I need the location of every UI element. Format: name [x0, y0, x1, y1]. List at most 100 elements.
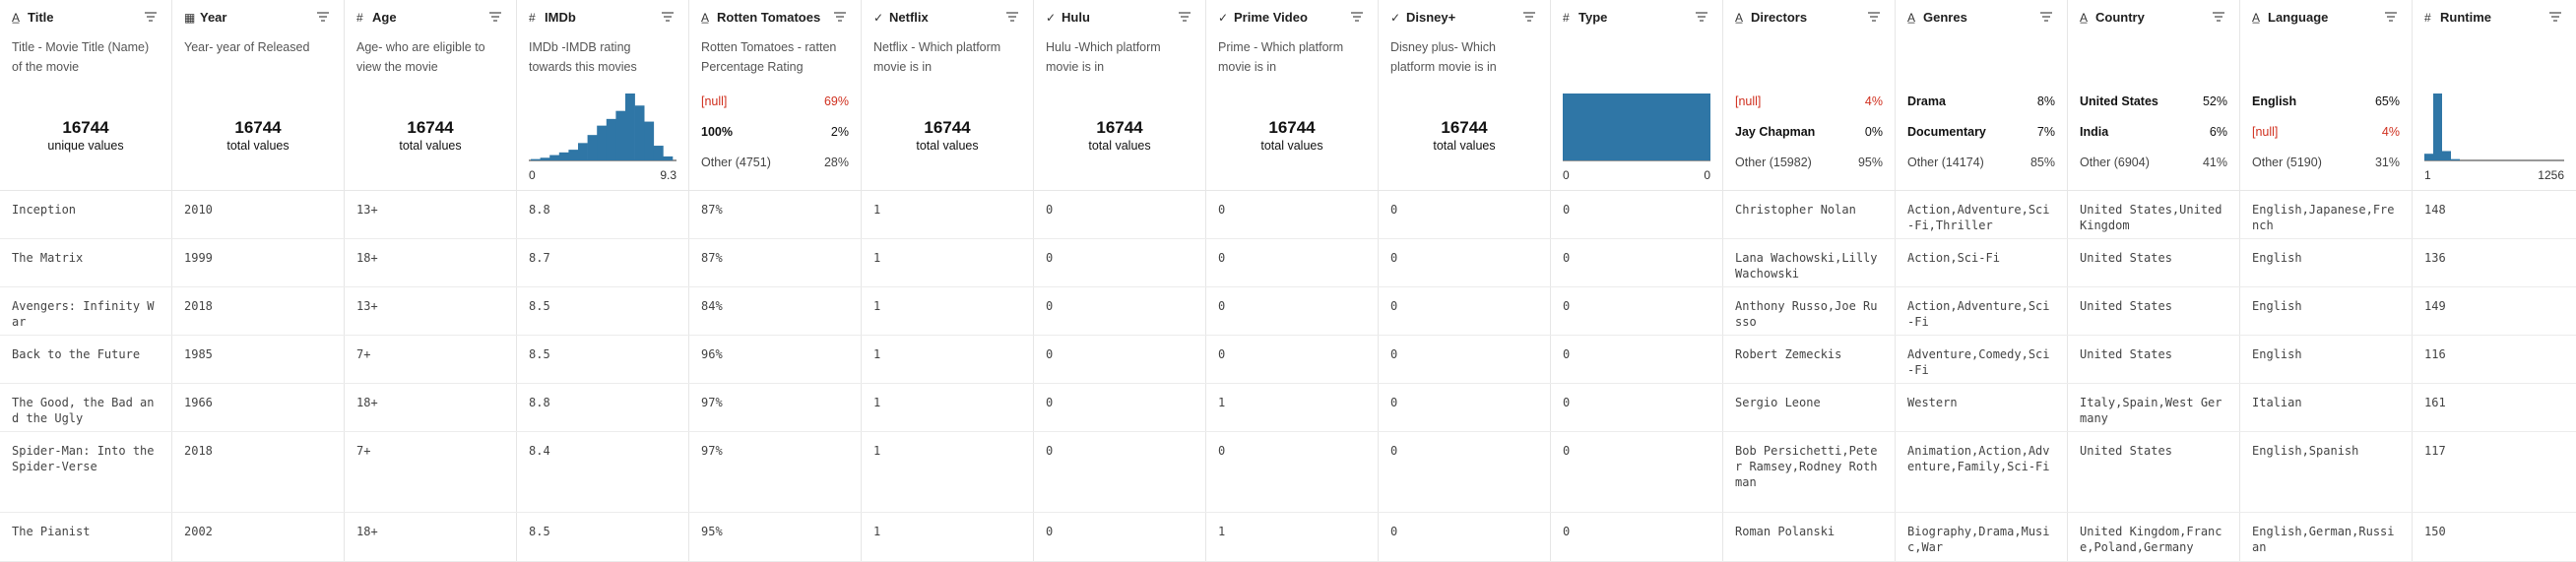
cell-year[interactable]: 1999 — [172, 250, 345, 266]
cell-imdb[interactable]: 8.5 — [517, 524, 689, 539]
cell-language[interactable]: English — [2240, 346, 2413, 362]
cell-disney[interactable]: 0 — [1379, 524, 1551, 539]
cell-type[interactable]: 0 — [1551, 298, 1723, 314]
cell-runtime[interactable]: 116 — [2413, 346, 2576, 362]
cell-imdb[interactable]: 8.5 — [517, 346, 689, 362]
column-header-prime[interactable]: ✓ Prime Video — [1206, 0, 1378, 34]
sort-icon[interactable] — [488, 11, 502, 23]
cell-hulu[interactable]: 0 — [1034, 443, 1206, 459]
cell-title[interactable]: The Good, the Bad and the Ugly — [0, 395, 172, 426]
column-header-title[interactable]: A̲ Title — [0, 0, 171, 34]
cell-type[interactable]: 0 — [1551, 524, 1723, 539]
cell-netflix[interactable]: 1 — [862, 346, 1034, 362]
cell-directors[interactable]: Lana Wachowski,Lilly Wachowski — [1723, 250, 1896, 281]
cell-country[interactable]: United States,United Kingdom — [2068, 202, 2240, 233]
table-row[interactable]: Back to the Future 1985 7+ 8.5 96% 1 0 0 0 0 Rober… — [0, 336, 2576, 384]
column-header-disney[interactable]: ✓ Disney+ — [1379, 0, 1550, 34]
column-header-imdb[interactable]: # IMDb — [517, 0, 688, 34]
cell-directors[interactable]: Robert Zemeckis — [1723, 346, 1896, 362]
cell-rt[interactable]: 87% — [689, 202, 862, 218]
cell-title[interactable]: Inception — [0, 202, 172, 218]
column-header-language[interactable]: A̲ Language — [2240, 0, 2412, 34]
cell-netflix[interactable]: 1 — [862, 395, 1034, 410]
cell-age[interactable]: 7+ — [345, 443, 517, 459]
sort-icon[interactable] — [2384, 11, 2398, 23]
table-row[interactable]: Avengers: Infinity War 2018 13+ 8.5 84% 1 0 0 0 0… — [0, 287, 2576, 336]
cell-country[interactable]: United Kingdom,France,Poland,Germany — [2068, 524, 2240, 555]
cell-year[interactable]: 2018 — [172, 298, 345, 314]
cell-genres[interactable]: Biography,Drama,Music,War — [1896, 524, 2068, 555]
cell-age[interactable]: 18+ — [345, 250, 517, 266]
cell-rt[interactable]: 96% — [689, 346, 862, 362]
sort-icon[interactable] — [2039, 11, 2053, 23]
cell-directors[interactable]: Bob Persichetti,Peter Ramsey,Rodney Roth… — [1723, 443, 1896, 490]
sort-icon[interactable] — [2548, 11, 2562, 23]
cell-imdb[interactable]: 8.7 — [517, 250, 689, 266]
cell-runtime[interactable]: 149 — [2413, 298, 2576, 314]
cell-year[interactable]: 2010 — [172, 202, 345, 218]
cell-runtime[interactable]: 148 — [2413, 202, 2576, 218]
cell-type[interactable]: 0 — [1551, 346, 1723, 362]
cell-hulu[interactable]: 0 — [1034, 298, 1206, 314]
cell-netflix[interactable]: 1 — [862, 250, 1034, 266]
cell-imdb[interactable]: 8.5 — [517, 298, 689, 314]
cell-directors[interactable]: Anthony Russo,Joe Russo — [1723, 298, 1896, 330]
sort-icon[interactable] — [316, 11, 330, 23]
cell-genres[interactable]: Action,Adventure,Sci-Fi — [1896, 298, 2068, 330]
cell-directors[interactable]: Sergio Leone — [1723, 395, 1896, 410]
cell-prime[interactable]: 0 — [1206, 443, 1379, 459]
cell-imdb[interactable]: 8.8 — [517, 202, 689, 218]
cell-rt[interactable]: 97% — [689, 395, 862, 410]
cell-age[interactable]: 13+ — [345, 202, 517, 218]
cell-hulu[interactable]: 0 — [1034, 346, 1206, 362]
cell-age[interactable]: 18+ — [345, 524, 517, 539]
cell-type[interactable]: 0 — [1551, 395, 1723, 410]
cell-disney[interactable]: 0 — [1379, 298, 1551, 314]
column-header-netflix[interactable]: ✓ Netflix — [862, 0, 1033, 34]
cell-language[interactable]: English — [2240, 298, 2413, 314]
cell-hulu[interactable]: 0 — [1034, 202, 1206, 218]
sort-icon[interactable] — [1350, 11, 1364, 23]
cell-type[interactable]: 0 — [1551, 202, 1723, 218]
cell-title[interactable]: The Pianist — [0, 524, 172, 539]
cell-hulu[interactable]: 0 — [1034, 524, 1206, 539]
cell-genres[interactable]: Action,Sci-Fi — [1896, 250, 2068, 266]
column-header-age[interactable]: # Age — [345, 0, 516, 34]
sort-icon[interactable] — [1005, 11, 1019, 23]
cell-genres[interactable]: Action,Adventure,Sci-Fi,Thriller — [1896, 202, 2068, 233]
table-row[interactable]: Inception 2010 13+ 8.8 87% 1 0 0 0 0 Christopher N… — [0, 191, 2576, 239]
table-row[interactable]: The Good, the Bad and the Ugly 1966 18+ 8.8… — [0, 384, 2576, 432]
column-header-type[interactable]: # Type — [1551, 0, 1722, 34]
column-header-country[interactable]: A̲ Country — [2068, 0, 2239, 34]
cell-directors[interactable]: Roman Polanski — [1723, 524, 1896, 539]
cell-disney[interactable]: 0 — [1379, 250, 1551, 266]
cell-prime[interactable]: 0 — [1206, 298, 1379, 314]
cell-prime[interactable]: 0 — [1206, 250, 1379, 266]
cell-runtime[interactable]: 150 — [2413, 524, 2576, 539]
cell-genres[interactable]: Adventure,Comedy,Sci-Fi — [1896, 346, 2068, 378]
sort-icon[interactable] — [833, 11, 847, 23]
sort-icon[interactable] — [1178, 11, 1191, 23]
cell-prime[interactable]: 1 — [1206, 395, 1379, 410]
cell-imdb[interactable]: 8.4 — [517, 443, 689, 459]
cell-title[interactable]: The Matrix — [0, 250, 172, 266]
cell-runtime[interactable]: 161 — [2413, 395, 2576, 410]
column-header-genres[interactable]: A̲ Genres — [1896, 0, 2067, 34]
sort-icon[interactable] — [1695, 11, 1708, 23]
sort-icon[interactable] — [2212, 11, 2225, 23]
cell-directors[interactable]: Christopher Nolan — [1723, 202, 1896, 218]
cell-hulu[interactable]: 0 — [1034, 250, 1206, 266]
cell-genres[interactable]: Animation,Action,Adventure,Family,Sci-Fi — [1896, 443, 2068, 474]
cell-runtime[interactable]: 136 — [2413, 250, 2576, 266]
column-header-runtime[interactable]: # Runtime — [2413, 0, 2576, 34]
cell-runtime[interactable]: 117 — [2413, 443, 2576, 459]
column-header-rt[interactable]: A̲ Rotten Tomatoes — [689, 0, 861, 34]
cell-title[interactable]: Back to the Future — [0, 346, 172, 362]
cell-year[interactable]: 2002 — [172, 524, 345, 539]
cell-country[interactable]: United States — [2068, 346, 2240, 362]
cell-country[interactable]: United States — [2068, 250, 2240, 266]
cell-imdb[interactable]: 8.8 — [517, 395, 689, 410]
cell-type[interactable]: 0 — [1551, 443, 1723, 459]
cell-disney[interactable]: 0 — [1379, 395, 1551, 410]
cell-rt[interactable]: 95% — [689, 524, 862, 539]
